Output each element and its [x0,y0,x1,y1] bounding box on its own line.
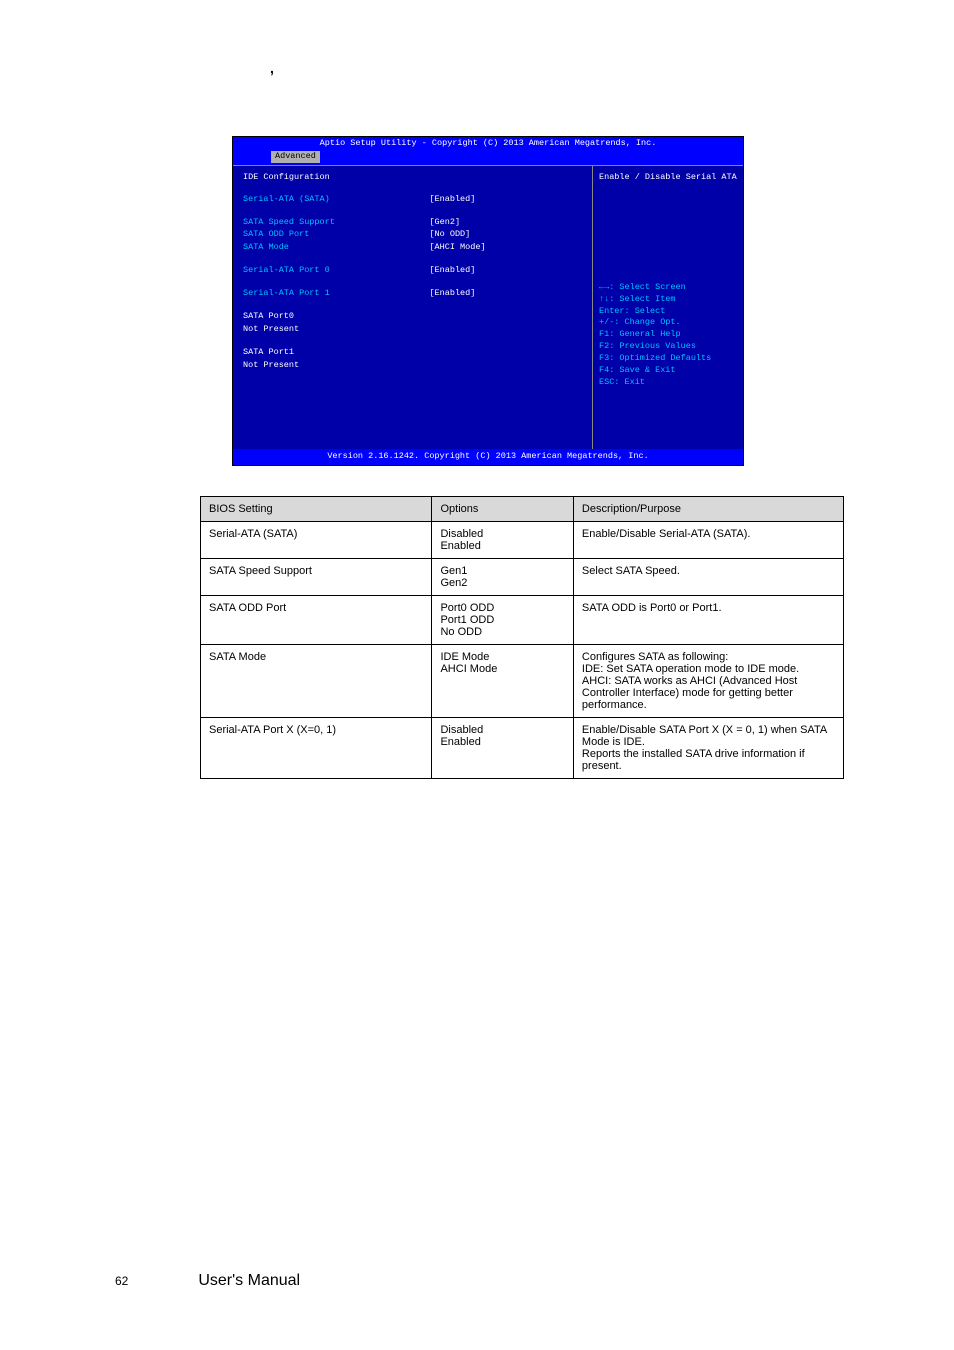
bios-setting-label: Not Present [243,360,429,372]
bios-title-bar: Aptio Setup Utility - Copyright (C) 2013… [233,137,743,151]
bios-setting-label: SATA Speed Support [243,217,429,229]
bios-setting-row[interactable]: Not Present [243,360,582,372]
cell-options: IDE Mode AHCI Mode [432,644,573,717]
table-header-row: BIOS Setting Options Description/Purpose [201,496,844,521]
cell-description: Select SATA Speed. [573,558,843,595]
bios-nav-hint: F3: Optimized Defaults [599,353,737,365]
cell-description: Enable/Disable SATA Port X (X = 0, 1) wh… [573,717,843,778]
bios-setting-label: SATA Port1 [243,347,429,359]
bios-setting-label: SATA Mode [243,242,429,254]
bios-nav-hint: +/-: Change Opt. [599,317,737,329]
bios-nav-hint: ESC: Exit [599,377,737,389]
bios-setting-label: Serial-ATA Port 0 [243,265,429,277]
stray-mark: , [270,60,844,76]
bios-help-panel: Enable / Disable Serial ATA ←→: Select S… [593,166,743,449]
bios-setting-row[interactable]: Not Present [243,324,582,336]
bios-setting-label: Not Present [243,324,429,336]
bios-setting-row[interactable]: Serial-ATA Port 1[Enabled] [243,288,582,300]
bios-setting-row[interactable]: SATA Port1 [243,347,582,359]
cell-description: SATA ODD is Port0 or Port1. [573,595,843,644]
bios-setting-value: [Enabled] [429,194,475,206]
cell-setting: SATA Speed Support [201,558,432,595]
bios-setting-label: Serial-ATA Port 1 [243,288,429,300]
bios-help-text: Enable / Disable Serial ATA [599,172,737,282]
bios-footer-bar: Version 2.16.1242. Copyright (C) 2013 Am… [233,449,743,465]
col-options: Options [432,496,573,521]
table-row: SATA ODD PortPort0 ODD Port1 ODD No ODDS… [201,595,844,644]
cell-options: Disabled Enabled [432,717,573,778]
cell-options: Gen1 Gen2 [432,558,573,595]
bios-setting-label: Serial-ATA (SATA) [243,194,429,206]
cell-setting: Serial-ATA Port X (X=0, 1) [201,717,432,778]
bios-setting-row[interactable]: SATA Mode[AHCI Mode] [243,242,582,254]
bios-setting-row[interactable]: SATA Speed Support[Gen2] [243,217,582,229]
bios-setting-row[interactable]: Serial-ATA Port 0[Enabled] [243,265,582,277]
options-table: BIOS Setting Options Description/Purpose… [200,496,844,779]
bios-setting-value: [No ODD] [429,229,470,241]
bios-setting-value: [Enabled] [429,288,475,300]
bios-setting-value: [Gen2] [429,217,460,229]
col-setting: BIOS Setting [201,496,432,521]
bios-nav-hint: F4: Save & Exit [599,365,737,377]
tab-advanced[interactable]: Advanced [271,151,320,163]
bios-nav-hint: ↑↓: Select Item [599,294,737,306]
table-row: Serial-ATA (SATA)Disabled EnabledEnable/… [201,521,844,558]
bios-settings-panel: IDE Configuration Serial-ATA (SATA)[Enab… [233,166,593,449]
cell-setting: Serial-ATA (SATA) [201,521,432,558]
cell-options: Port0 ODD Port1 ODD No ODD [432,595,573,644]
bios-setting-row[interactable]: SATA ODD Port[No ODD] [243,229,582,241]
cell-setting: SATA Mode [201,644,432,717]
cell-description: Enable/Disable Serial-ATA (SATA). [573,521,843,558]
bios-nav-hints: ←→: Select Screen↑↓: Select ItemEnter: S… [599,282,737,389]
cell-description: Configures SATA as following: IDE: Set S… [573,644,843,717]
bios-nav-hint: Enter: Select [599,306,737,318]
bios-setting-label: SATA ODD Port [243,229,429,241]
table-row: Serial-ATA Port X (X=0, 1)Disabled Enabl… [201,717,844,778]
table-row: SATA Speed SupportGen1 Gen2Select SATA S… [201,558,844,595]
bios-setting-label: SATA Port0 [243,311,429,323]
bios-setting-value: [Enabled] [429,265,475,277]
bios-screenshot: Aptio Setup Utility - Copyright (C) 2013… [232,136,744,466]
page-number: 62 [115,1274,195,1288]
cell-setting: SATA ODD Port [201,595,432,644]
page-footer: 62 User's Manual [115,1272,300,1290]
bios-nav-hint: ←→: Select Screen [599,282,737,294]
bios-nav-hint: F1: General Help [599,329,737,341]
bios-nav-hint: F2: Previous Values [599,341,737,353]
cell-options: Disabled Enabled [432,521,573,558]
bios-setting-value: [AHCI Mode] [429,242,485,254]
table-row: SATA ModeIDE Mode AHCI ModeConfigures SA… [201,644,844,717]
bios-section-heading: IDE Configuration [243,172,582,184]
bios-setting-row[interactable]: Serial-ATA (SATA)[Enabled] [243,194,582,206]
footer-title: User's Manual [198,1272,300,1289]
col-description: Description/Purpose [573,496,843,521]
bios-setting-row[interactable]: SATA Port0 [243,311,582,323]
bios-tab-bar: Advanced [233,151,743,165]
